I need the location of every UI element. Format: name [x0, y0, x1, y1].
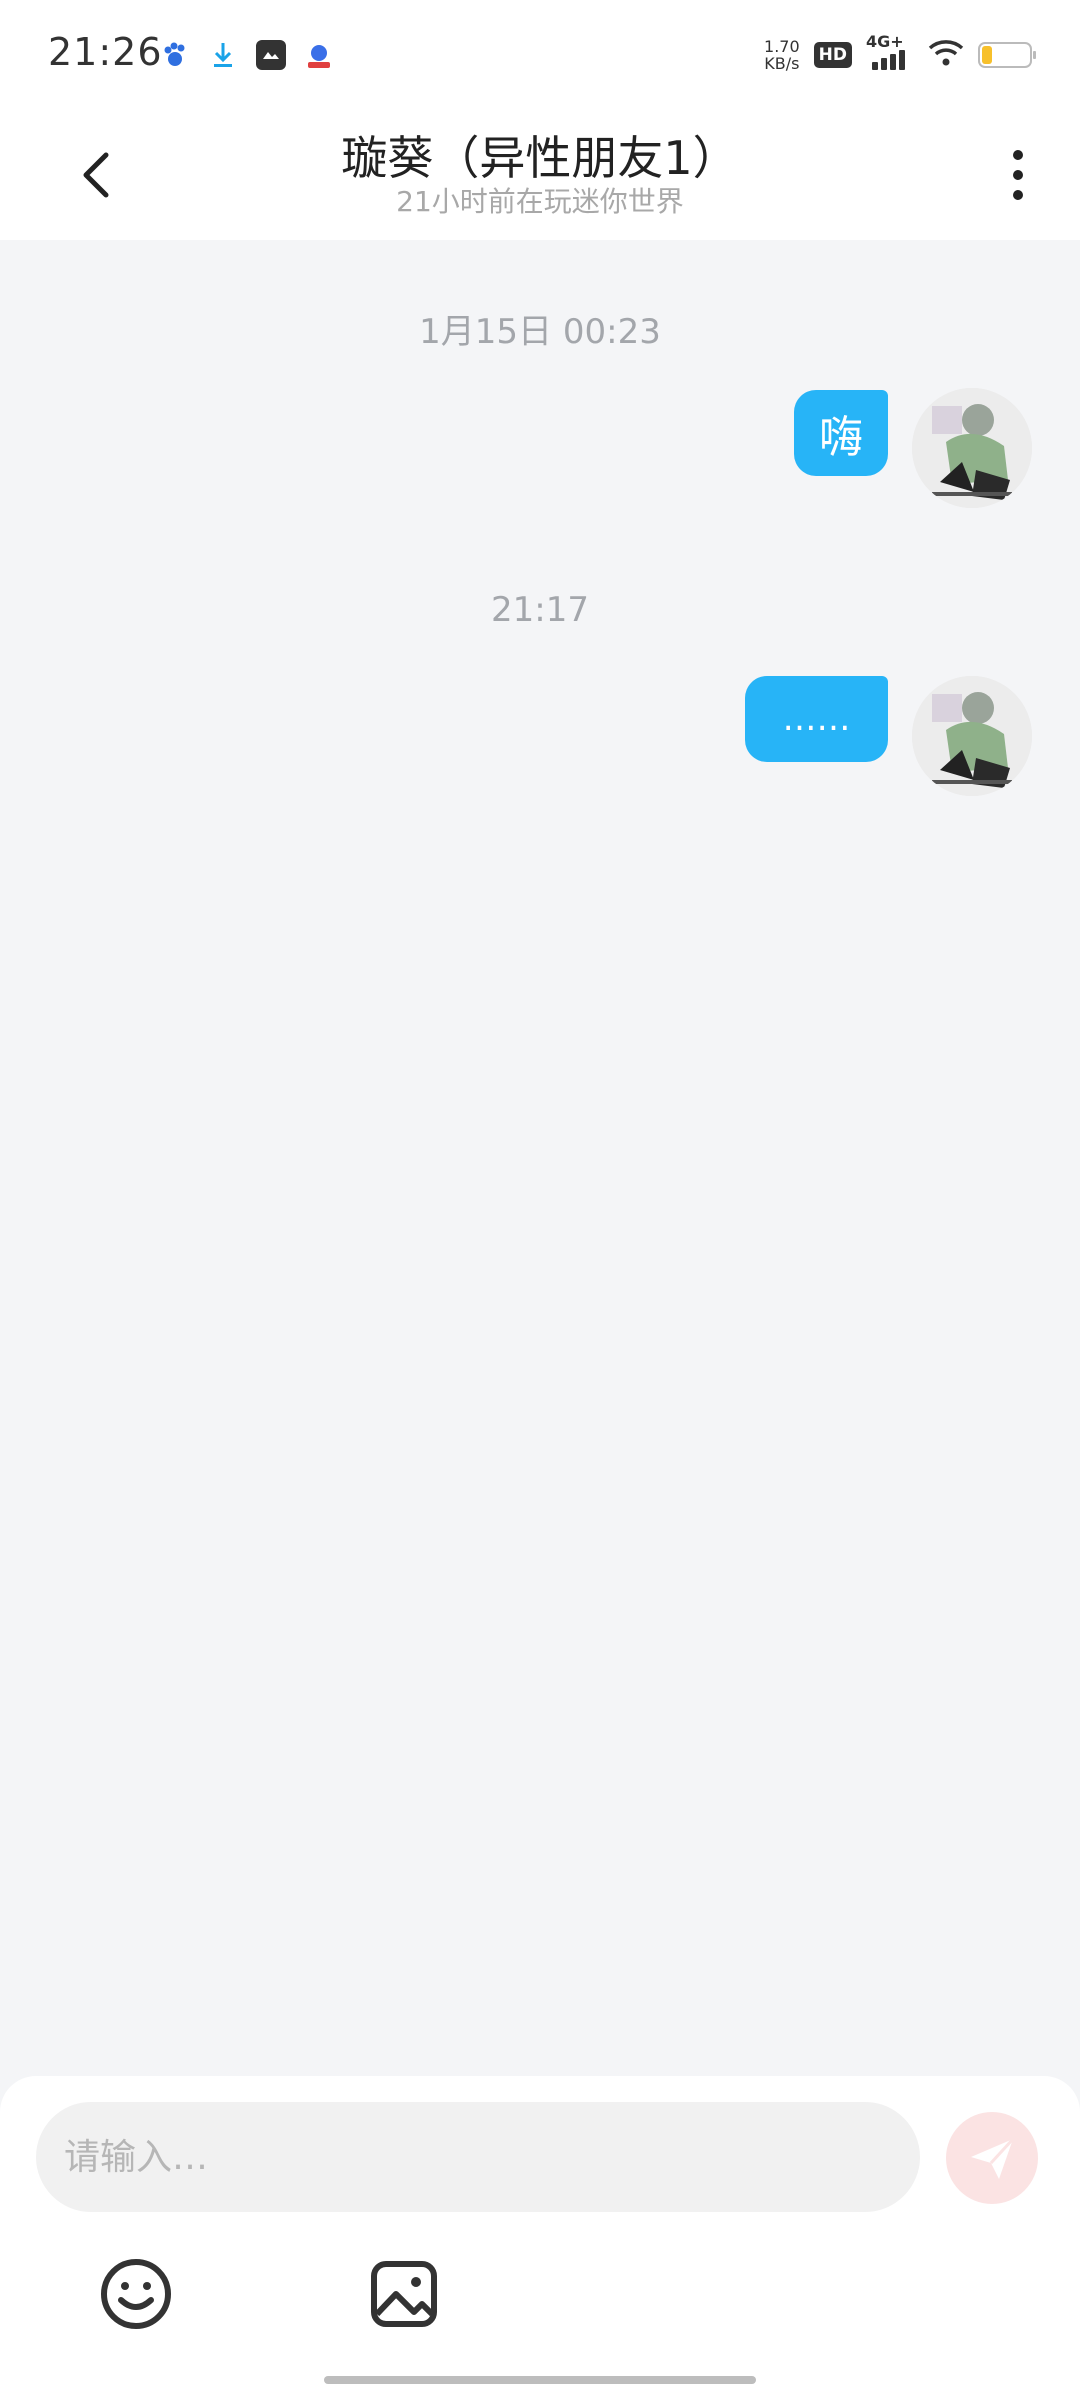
- message-input[interactable]: [36, 2102, 920, 2212]
- status-time: 21:26: [48, 30, 163, 74]
- system-indicators: 1.70 KB/s HD 4G+: [764, 32, 1036, 73]
- send-icon: [971, 2137, 1015, 2179]
- message-timestamp: 1月15日 00:23: [419, 312, 661, 352]
- message-bubble[interactable]: ……: [745, 676, 888, 762]
- message-composer: [0, 2076, 1080, 2388]
- status-bar: 21:26 1.70 KB/s HD 4G+: [0, 0, 1080, 110]
- network-type: 4G+: [866, 32, 904, 51]
- message-text: 嗨: [819, 412, 863, 463]
- hd-icon: HD: [813, 42, 852, 68]
- home-indicator[interactable]: [324, 2376, 756, 2384]
- message-bubble[interactable]: 嗨: [794, 390, 888, 476]
- more-options-button[interactable]: [998, 140, 1038, 210]
- avatar-image: [912, 676, 1032, 796]
- gallery-icon: [256, 40, 286, 70]
- network-speed: 1.70 KB/s: [764, 37, 800, 73]
- image-button[interactable]: [364, 2254, 444, 2334]
- chat-header: 璇葵（异性朋友1） 21小时前在玩迷你世界: [0, 110, 1080, 240]
- send-button[interactable]: [946, 2112, 1038, 2204]
- message-text: ……: [782, 699, 851, 739]
- image-icon: [371, 2261, 437, 2327]
- baidu-icon: [160, 40, 190, 70]
- notification-icons: [160, 40, 334, 70]
- battery-icon: [978, 42, 1036, 68]
- contact-name: 璇葵（异性朋友1）: [341, 131, 739, 185]
- my-avatar[interactable]: [912, 388, 1032, 508]
- signal-icon: 4G+: [866, 32, 914, 70]
- avatar-image: [912, 388, 1032, 508]
- my-avatar[interactable]: [912, 676, 1032, 796]
- message-timestamp: 21:17: [491, 590, 589, 630]
- more-vertical-icon: [1013, 150, 1023, 160]
- emoji-button[interactable]: [96, 2254, 176, 2334]
- contact-status: 21小时前在玩迷你世界: [396, 185, 684, 218]
- download-icon: [208, 40, 238, 70]
- emoji-icon: [101, 2259, 171, 2329]
- baidu-netdisk-icon: [304, 40, 334, 70]
- wifi-icon: [928, 39, 964, 71]
